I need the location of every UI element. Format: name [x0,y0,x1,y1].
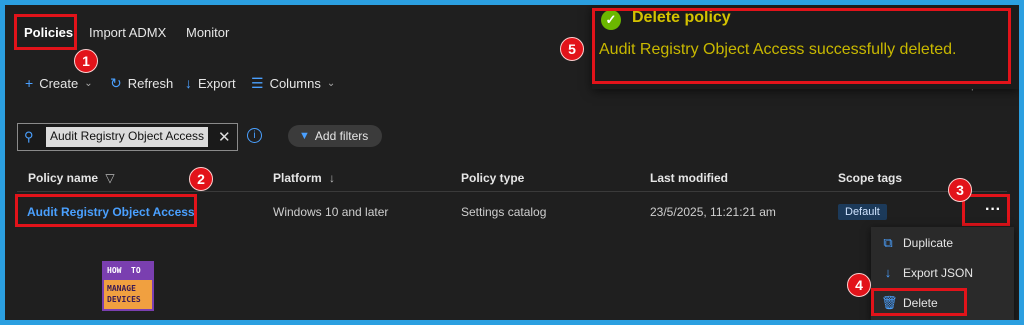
header-policy-name-label: Policy name [28,171,99,185]
copy-icon: ⧉ [883,235,893,250]
chevron-down-icon: ⌄ [84,77,93,89]
header-policy-type[interactable]: Policy type [461,171,524,185]
header-divider [17,191,1007,192]
export-button[interactable]: ↓ Export [185,75,236,91]
info-icon[interactable]: i [247,128,262,143]
search-input[interactable]: Audit Registry Object Access [46,127,209,147]
export-label: Export [198,75,236,91]
annotation-box-delete [871,288,967,316]
chevron-down-icon: ⌄ [326,78,336,89]
header-scope-tags[interactable]: Scope tags [838,171,902,185]
columns-icon: ☰ [251,75,264,91]
filter-icon: ▼ [299,130,310,142]
annotation-box-policies-tab [14,14,77,50]
cell-policy-type: Settings catalog [461,205,547,219]
tab-import-admx[interactable]: Import ADMX [89,25,166,40]
scope-tag-badge: Default [838,204,887,220]
refresh-button[interactable]: ↻ Refresh [110,75,173,92]
refresh-label: Refresh [127,76,174,91]
menu-item-export-json-label: Export JSON [903,265,974,280]
download-icon: ↓ [185,75,192,91]
plus-icon: + [25,75,34,91]
tab-monitor[interactable]: Monitor [186,25,229,40]
sort-down-icon: ↓ [329,171,336,185]
columns-button[interactable]: ☰ Columns ⌄ [251,75,335,92]
columns-label: Columns [269,76,321,91]
annotation-badge-5: 5 [560,37,584,61]
menu-item-export-json[interactable]: ↓ Export JSON [881,265,973,280]
header-policy-name[interactable]: Policy name ▽ [28,171,115,185]
logo-text-to: TO [131,266,141,275]
annotation-box-notification [592,8,1011,84]
filter-icon: ▽ [105,171,115,185]
logo-text-how: HOW [107,266,122,275]
add-filters-label: Add filters [314,129,369,143]
cell-last-modified: 23/5/2025, 11:21:21 am [650,205,776,219]
clear-search-icon[interactable]: ✕ [218,128,231,146]
cell-platform: Windows 10 and later [273,205,389,219]
logo-text-devices: DEVICES [107,295,141,304]
create-button[interactable]: + Create ⌄ [25,75,93,91]
refresh-icon: ↻ [110,75,122,91]
annotation-box-more-actions [962,194,1010,226]
annotation-box-policy-name [15,194,197,227]
annotation-badge-1: 1 [74,49,98,73]
header-last-modified[interactable]: Last modified [650,171,728,185]
annotation-badge-2: 2 [189,167,213,191]
header-platform-label: Platform [273,171,322,185]
logo-text-manage: MANAGE [107,284,136,293]
app-frame: Policies Import ADMX Monitor 1 + Create … [5,5,1019,320]
download-icon: ↓ [884,265,892,280]
howto-logo: HOW TO MANAGE DEVICES [102,261,154,311]
header-platform[interactable]: Platform ↓ [273,171,335,185]
create-label: Create [39,75,79,91]
annotation-badge-3: 3 [948,178,972,202]
menu-item-duplicate-label: Duplicate [903,236,954,250]
add-filters-button[interactable]: ▼ Add filters [288,125,382,147]
annotation-badge-4: 4 [847,273,871,297]
search-box[interactable]: ⚲ Audit Registry Object Access ✕ [17,123,238,151]
search-icon: ⚲ [24,129,34,144]
menu-item-duplicate[interactable]: ⧉ Duplicate [881,235,953,251]
